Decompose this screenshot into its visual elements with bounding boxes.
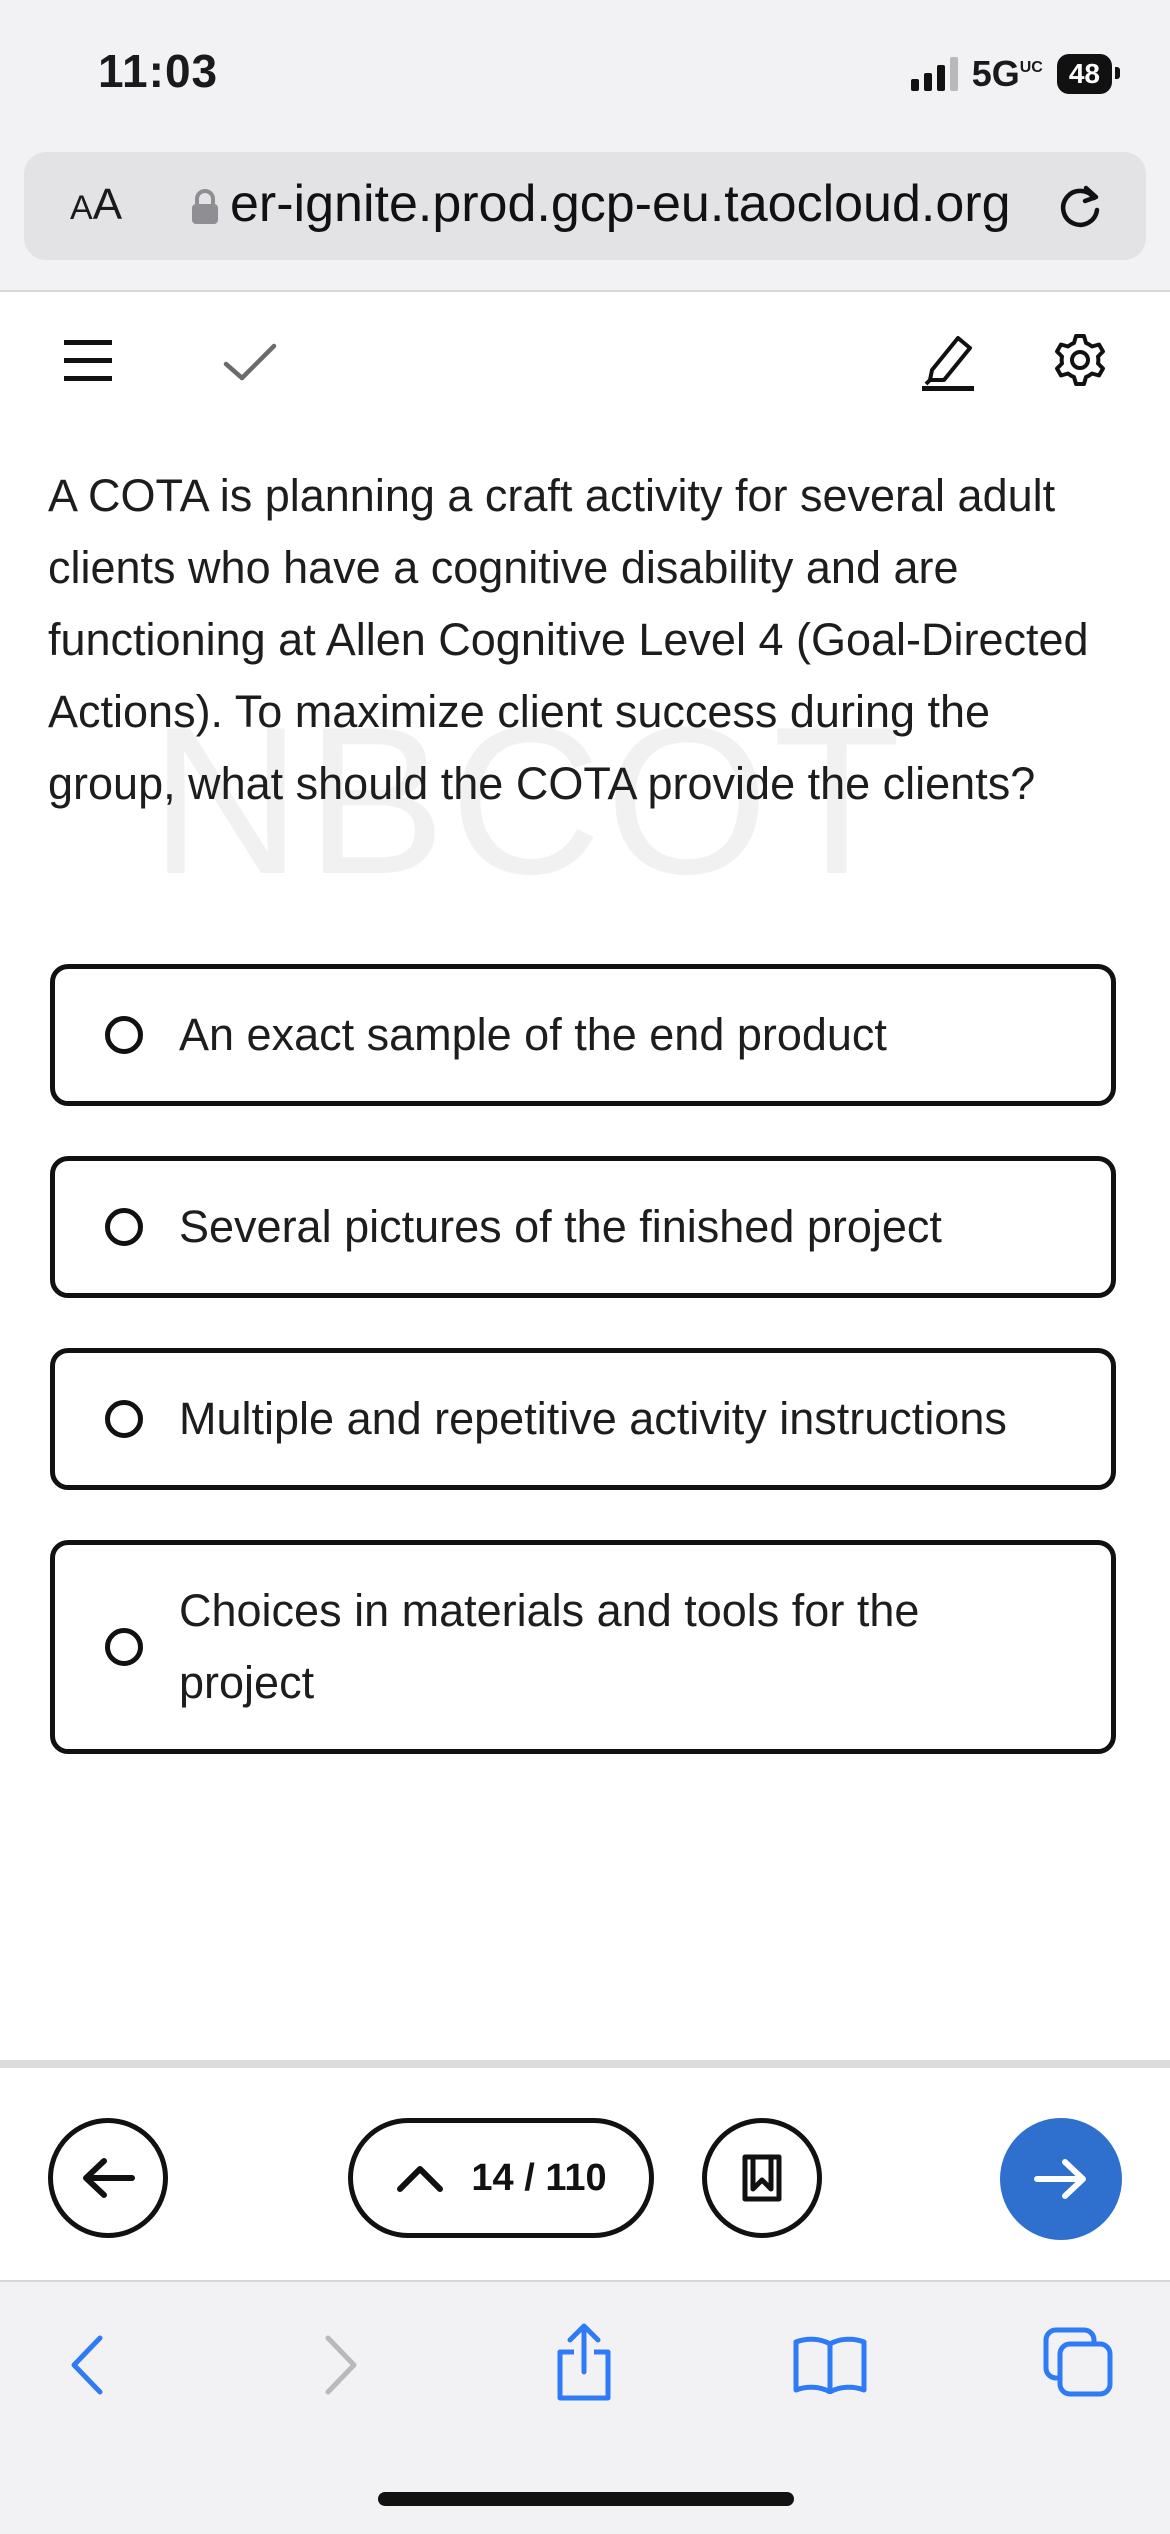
answer-option-label: Choices in materials and tools for the p… <box>179 1585 920 1708</box>
answer-option-label: An exact sample of the end product <box>179 1009 887 1060</box>
menu-icon[interactable] <box>60 336 116 386</box>
answer-option-a[interactable]: An exact sample of the end product <box>50 964 1116 1106</box>
radio-button[interactable] <box>105 1016 143 1054</box>
status-indicators: 5GUC 48 <box>910 52 1121 96</box>
answer-option-label: Several pictures of the finished project <box>179 1201 942 1252</box>
answer-option-c[interactable]: Multiple and repetitive activity instruc… <box>50 1348 1116 1490</box>
forward-icon[interactable] <box>318 2332 362 2398</box>
text-size-button[interactable]: AA <box>70 180 122 230</box>
bookmark-icon <box>742 2154 782 2202</box>
question-navigation: 14 / 110 <box>0 2060 1170 2288</box>
home-indicator <box>378 2492 794 2506</box>
bookmarks-icon[interactable] <box>792 2334 868 2394</box>
highlighter-icon[interactable] <box>918 330 978 392</box>
question-text: A COTA is planning a craft activity for … <box>48 470 1089 809</box>
network-type: 5GUC <box>971 53 1043 94</box>
question-counter: 14 / 110 <box>471 2156 607 2199</box>
gear-icon[interactable] <box>1052 332 1108 388</box>
back-icon[interactable] <box>66 2332 110 2398</box>
answer-option-d[interactable]: Choices in materials and tools for the p… <box>50 1540 1116 1754</box>
arrow-right-icon <box>1034 2159 1086 2199</box>
address-bar[interactable]: AA er-ignite.prod.gcp-eu.taocloud.org <box>24 152 1146 260</box>
radio-button[interactable] <box>105 1208 143 1246</box>
answer-option-b[interactable]: Several pictures of the finished project <box>50 1156 1116 1298</box>
browser-top-chrome: 11:03 5GUC 48 AA er-ignite.prod.gcp-eu.t… <box>0 0 1170 292</box>
app-toolbar <box>0 300 1170 430</box>
checkmark-icon[interactable] <box>222 340 278 384</box>
answer-option-label: Multiple and repetitive activity instruc… <box>179 1393 1007 1444</box>
lock-icon <box>192 189 218 224</box>
previous-question-button[interactable] <box>48 2118 168 2238</box>
share-icon[interactable] <box>552 2322 616 2404</box>
radio-button[interactable] <box>105 1400 143 1438</box>
status-time: 11:03 <box>98 45 219 97</box>
cellular-signal-icon <box>910 57 958 91</box>
battery-indicator: 48 <box>1056 54 1121 94</box>
next-question-button[interactable] <box>1000 2118 1122 2240</box>
chevron-up-icon <box>397 2166 444 2192</box>
tabs-icon[interactable] <box>1042 2326 1114 2398</box>
question-pager[interactable]: 14 / 110 <box>348 2118 654 2238</box>
bookmark-button[interactable] <box>702 2118 822 2238</box>
radio-button[interactable] <box>105 1628 143 1666</box>
reload-icon[interactable] <box>1054 180 1106 232</box>
arrow-left-icon <box>83 2158 135 2198</box>
url-text[interactable]: er-ignite.prod.gcp-eu.taocloud.org <box>230 174 1010 234</box>
